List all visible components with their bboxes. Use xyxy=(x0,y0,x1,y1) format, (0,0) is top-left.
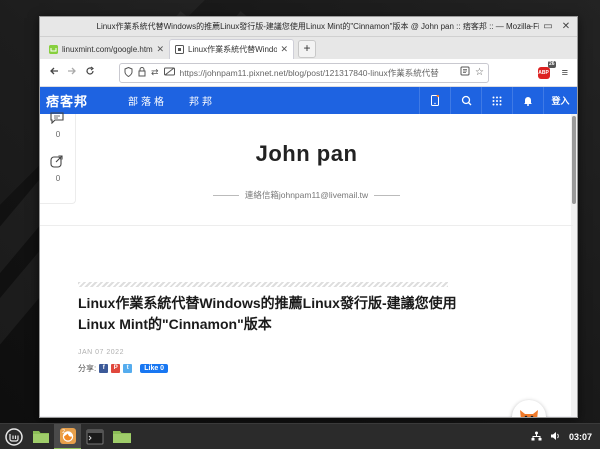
tab-pixnet-post[interactable]: Linux作業系統代替Windows ✕ xyxy=(169,39,294,59)
phone-app-icon[interactable] xyxy=(419,87,450,114)
mint-menu-icon[interactable] xyxy=(0,424,27,449)
search-icon[interactable] xyxy=(450,87,481,114)
facebook-share-icon[interactable]: f xyxy=(99,364,109,373)
maximize-button[interactable]: ▭ xyxy=(543,21,553,33)
linuxmint-favicon-icon xyxy=(49,44,58,54)
adblock-plus-icon[interactable]: ABP 26 xyxy=(537,60,556,79)
lock-icon[interactable] xyxy=(138,66,146,79)
login-button[interactable]: 登入 xyxy=(543,87,577,114)
navigation-toolbar: ⇄ https://johnpam11.pixnet.net/blog/post… xyxy=(40,59,577,87)
firefox-window: Linux作業系統代替Windows的推薦Linux發行版-建議您使用Linux… xyxy=(39,16,578,418)
tab-linuxmint[interactable]: linuxmint.com/google.html ✕ xyxy=(44,39,169,59)
volume-icon[interactable] xyxy=(550,431,561,443)
reload-icon[interactable] xyxy=(81,66,99,79)
comment-icon[interactable] xyxy=(50,112,64,127)
terminal-launcher-icon[interactable] xyxy=(81,424,108,449)
folder-launcher-icon[interactable] xyxy=(108,424,135,449)
url-text[interactable]: https://johnpam11.pixnet.net/blog/post/1… xyxy=(180,67,455,79)
nav-blog-link[interactable]: 部落格 xyxy=(128,93,167,108)
share-count: 0 xyxy=(55,174,61,183)
contact-rule-left xyxy=(212,195,239,197)
contact-email: 連絡信箱johnpam11@livemail.tw xyxy=(244,190,369,200)
clock[interactable]: 03:07 xyxy=(569,432,592,442)
nav-bangbang-link[interactable]: 邦邦 xyxy=(189,93,215,108)
minimize-button[interactable]: – xyxy=(525,21,535,33)
system-taskbar: 2 03:07 xyxy=(0,423,600,449)
comment-count: 0 xyxy=(55,130,61,139)
close-tab-icon[interactable]: ✕ xyxy=(156,44,164,55)
post-title[interactable]: Linux作業系統代替Windows的推薦Linux發行版-建議您使用Linux… xyxy=(78,293,458,335)
share-label: 分享: xyxy=(78,364,97,373)
pixnet-logo[interactable]: 痞客邦 xyxy=(40,87,94,114)
hamburger-menu-icon[interactable]: ≡ xyxy=(562,67,568,79)
post-share-row: 分享: f P t Like 0 xyxy=(78,363,169,374)
close-tab-icon[interactable]: ✕ xyxy=(280,44,288,55)
firefox-taskbar-icon[interactable]: 2 xyxy=(54,423,81,449)
header-divider xyxy=(40,225,573,226)
forward-arrow-icon[interactable] xyxy=(63,66,81,79)
tab-strip: linuxmint.com/google.html ✕ Linux作業系統代替W… xyxy=(40,37,577,59)
reader-view-icon[interactable] xyxy=(460,66,470,79)
apps-grid-icon[interactable] xyxy=(481,87,512,114)
twitter-share-icon[interactable]: t xyxy=(123,364,133,373)
blog-contact: 連絡信箱johnpam11@livemail.tw xyxy=(40,189,573,201)
post-hatch-divider xyxy=(78,282,448,287)
files-launcher-icon[interactable] xyxy=(27,424,54,449)
adblock-label: ABP xyxy=(538,69,549,76)
close-window-button[interactable]: ✕ xyxy=(561,21,571,33)
blog-title[interactable]: John pan xyxy=(40,141,573,167)
window-titlebar[interactable]: Linux作業系統代替Windows的推薦Linux發行版-建議您使用Linux… xyxy=(40,17,577,37)
tab-label: linuxmint.com/google.html xyxy=(62,44,154,54)
new-tab-button[interactable]: + xyxy=(298,40,316,58)
tracking-off-icon[interactable] xyxy=(163,67,175,78)
facebook-like-button[interactable]: Like 0 xyxy=(140,364,169,373)
tab-label: Linux作業系統代替Windows xyxy=(188,45,278,54)
svg-text:2: 2 xyxy=(62,429,65,435)
network-icon[interactable] xyxy=(531,431,542,443)
shield-icon[interactable] xyxy=(124,66,133,79)
window-title: Linux作業系統代替Windows的推薦Linux發行版-建議您使用Linux… xyxy=(96,22,539,31)
bookmark-star-icon[interactable]: ☆ xyxy=(475,67,484,78)
pixnet-favicon-icon xyxy=(175,45,184,54)
adblock-badge: 26 xyxy=(548,60,556,68)
post-date: JAN 07 2022 xyxy=(78,349,124,356)
notification-bell-icon[interactable] xyxy=(512,87,543,114)
contact-rule-right xyxy=(374,195,401,197)
url-bar[interactable]: ⇄ https://johnpam11.pixnet.net/blog/post… xyxy=(119,62,489,83)
back-arrow-icon[interactable] xyxy=(45,66,63,79)
plurk-share-icon[interactable]: P xyxy=(111,364,121,373)
pixnet-site-header: 痞客邦 部落格 邦邦 登入 xyxy=(40,87,577,114)
permissions-icon[interactable]: ⇄ xyxy=(151,67,159,78)
